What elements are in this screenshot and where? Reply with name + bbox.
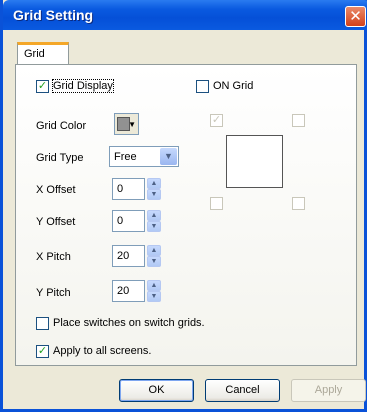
grid-setting-dialog: Grid Setting ✕ Grid ✓ Grid Display ON Gr… xyxy=(0,0,367,412)
checkmark-icon: ✓ xyxy=(37,345,48,357)
preview-top-left-checkbox: ✓ xyxy=(210,114,223,127)
checkmark-icon: ✓ xyxy=(37,80,48,92)
cancel-button[interactable]: Cancel xyxy=(205,379,280,402)
checkmark-icon: ✓ xyxy=(211,114,222,126)
ok-button[interactable]: OK xyxy=(119,379,194,402)
y-pitch-spinner[interactable]: 20 ▲ ▼ xyxy=(112,280,161,302)
grid-display-checkbox[interactable]: ✓ xyxy=(36,80,49,93)
spin-up-icon[interactable]: ▲ xyxy=(147,245,161,256)
spin-down-icon[interactable]: ▼ xyxy=(147,256,161,267)
tab-grid[interactable]: Grid xyxy=(17,42,69,65)
grid-display-label[interactable]: Grid Display xyxy=(52,79,114,93)
grid-color-picker[interactable]: ▼ xyxy=(114,113,139,135)
grid-type-label: Grid Type xyxy=(36,152,84,164)
preview-top-right-checkbox xyxy=(292,114,305,127)
close-button[interactable]: ✕ xyxy=(345,6,366,27)
spin-up-icon[interactable]: ▲ xyxy=(147,280,161,291)
on-grid-label: ON Grid xyxy=(213,80,254,92)
place-switches-label: Place switches on switch grids. xyxy=(53,317,205,329)
close-icon: ✕ xyxy=(349,8,362,25)
title-bar[interactable]: Grid Setting ✕ xyxy=(3,0,367,30)
preview-bottom-left-checkbox xyxy=(210,197,223,210)
tab-grid-label: Grid xyxy=(24,48,45,60)
y-offset-input[interactable]: 0 xyxy=(112,210,145,232)
chevron-down-icon[interactable]: ▼ xyxy=(160,148,177,165)
x-pitch-label: X Pitch xyxy=(36,251,71,263)
on-grid-checkbox[interactable] xyxy=(196,80,209,93)
y-offset-spinner[interactable]: 0 ▲ ▼ xyxy=(112,210,161,232)
y-offset-label: Y Offset xyxy=(36,216,76,228)
spin-up-icon[interactable]: ▲ xyxy=(147,178,161,189)
apply-all-label: Apply to all screens. xyxy=(53,345,152,357)
x-offset-label: X Offset xyxy=(36,184,76,196)
x-pitch-input[interactable]: 20 xyxy=(112,245,145,267)
spin-up-icon[interactable]: ▲ xyxy=(147,210,161,221)
x-pitch-spinner[interactable]: 20 ▲ ▼ xyxy=(112,245,161,267)
spin-down-icon[interactable]: ▼ xyxy=(147,189,161,200)
apply-all-checkbox[interactable]: ✓ xyxy=(36,345,49,358)
x-offset-input[interactable]: 0 xyxy=(112,178,145,200)
y-pitch-input[interactable]: 20 xyxy=(112,280,145,302)
x-offset-spinner[interactable]: 0 ▲ ▼ xyxy=(112,178,161,200)
grid-type-value: Free xyxy=(114,151,137,163)
preview-bottom-right-checkbox xyxy=(292,197,305,210)
place-switches-checkbox[interactable] xyxy=(36,317,49,330)
spin-down-icon[interactable]: ▼ xyxy=(147,291,161,302)
window-title: Grid Setting xyxy=(13,7,94,23)
grid-color-label: Grid Color xyxy=(36,120,87,132)
grid-preview-box xyxy=(226,135,283,188)
grid-type-select[interactable]: Free ▼ xyxy=(109,146,179,167)
y-pitch-label: Y Pitch xyxy=(36,287,71,299)
apply-button[interactable]: Apply xyxy=(291,379,366,402)
dropdown-arrow-icon: ▼ xyxy=(128,120,136,129)
spin-down-icon[interactable]: ▼ xyxy=(147,221,161,232)
